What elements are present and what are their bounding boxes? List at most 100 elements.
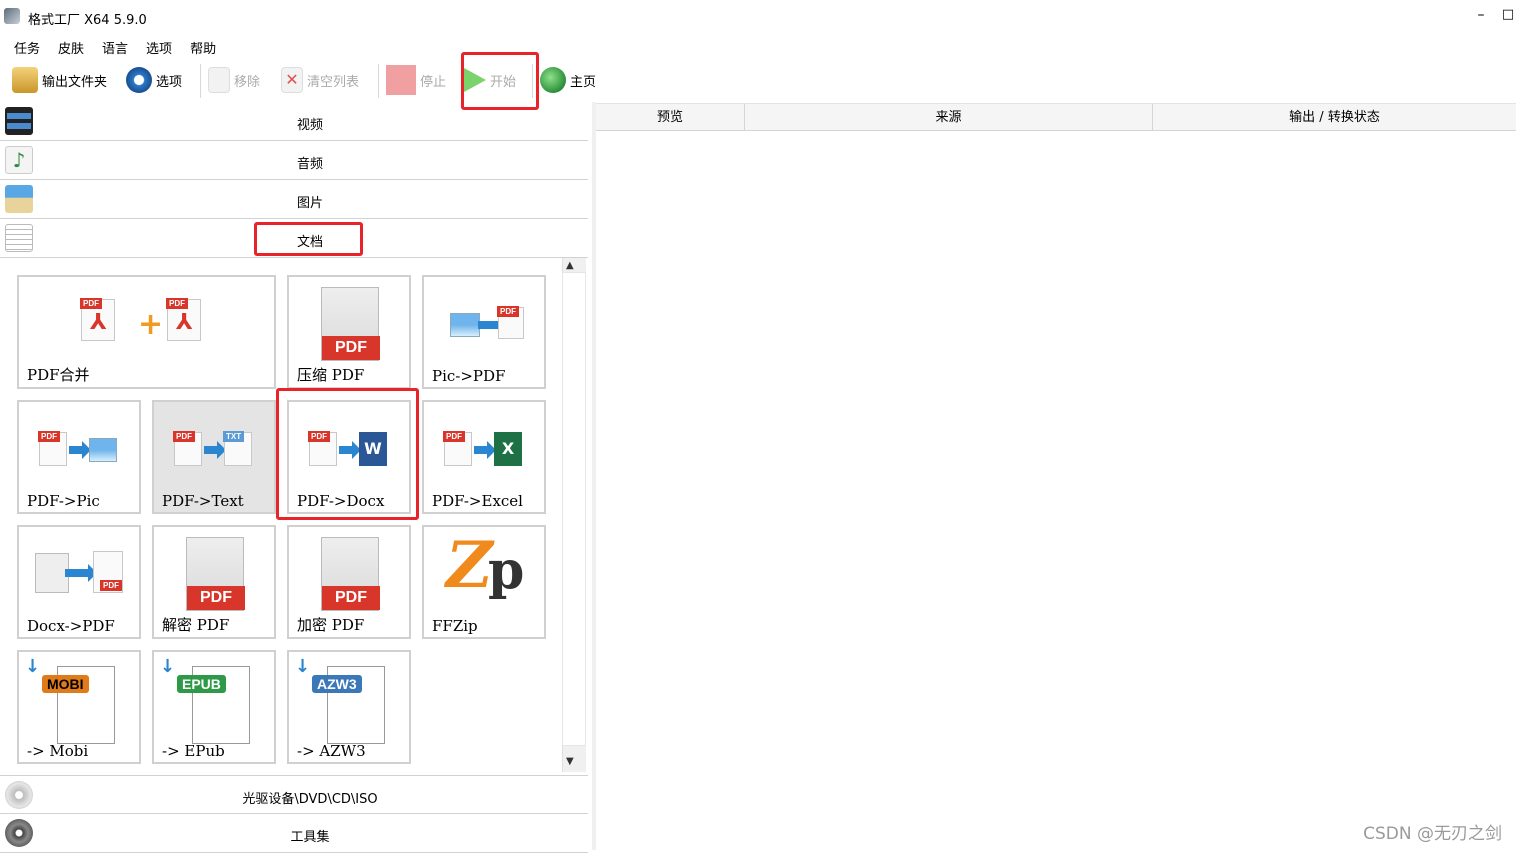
folder-icon (12, 67, 38, 93)
word-document-icon (35, 553, 69, 593)
document-tools-grid: PDF⅄ + PDF⅄ PDF合并 PDF 压缩 PDF PDF Pic->PD… (0, 258, 562, 772)
tile-to-epub[interactable]: ↓ EPUB -> EPub (152, 650, 276, 764)
pdf-icon: PDF (93, 551, 123, 593)
scroll-up-icon[interactable]: ▲ (566, 260, 574, 271)
music-note-icon: ♪ (5, 146, 33, 174)
column-output-status[interactable]: 输出 / 转换状态 (1153, 104, 1516, 131)
tile-label: Pic->PDF (432, 367, 505, 385)
toolbar: 输出文件夹 选项 移除 ✕ 清空列表 停止 开始 主页 (0, 58, 1516, 102)
tile-pdf-to-pic[interactable]: PDF PDF->Pic (17, 400, 141, 514)
tile-pdf-to-text[interactable]: PDF TXT PDF->Text (152, 400, 276, 514)
scroll-down-icon[interactable]: ▼ (566, 756, 574, 767)
arrow-icon (204, 446, 218, 454)
column-preview[interactable]: 预览 (596, 104, 745, 131)
category-audio[interactable]: ♪ 音频 (0, 141, 588, 180)
arrow-icon (69, 446, 83, 454)
panel-splitter[interactable] (592, 102, 596, 850)
ebook-icon: EPUB (192, 666, 250, 744)
minimize-button[interactable]: – (1470, 4, 1492, 26)
tile-pic-to-pdf[interactable]: PDF Pic->PDF (422, 275, 546, 389)
pdf-icon: PDF (444, 432, 472, 466)
category-audio-label: 音频 (250, 153, 370, 172)
stop-button[interactable]: 停止 (386, 66, 446, 94)
start-button[interactable]: 开始 (464, 66, 516, 94)
tile-label: PDF->Text (162, 492, 244, 510)
menu-task[interactable]: 任务 (7, 36, 47, 58)
category-optical-label: 光驱设备\DVD\CD\ISO (200, 788, 420, 807)
pdf-icon: PDF (39, 432, 67, 466)
tile-label: FFZip (432, 617, 478, 635)
tile-label: PDF->Docx (297, 492, 384, 510)
tile-docx-to-pdf[interactable]: PDF Docx->PDF (17, 525, 141, 639)
maximize-button[interactable]: □ (1500, 4, 1516, 26)
tile-decrypt-pdf[interactable]: PDF 解密 PDF (152, 525, 276, 639)
download-arrow-icon: ↓ (25, 656, 40, 677)
tile-label: 压缩 PDF (297, 364, 364, 385)
unlocked-pdf-icon: PDF (186, 537, 244, 611)
menu-bar: 任务 皮肤 语言 选项 帮助 (0, 36, 220, 58)
arrow-icon (474, 446, 488, 454)
stop-label: 停止 (420, 71, 446, 90)
tile-to-mobi[interactable]: ↓ MOBI -> Mobi (17, 650, 141, 764)
category-tools[interactable]: 工具集 (0, 814, 588, 853)
tile-label: 加密 PDF (297, 614, 364, 635)
tile-pdf-to-docx[interactable]: PDF W PDF->Docx (287, 400, 411, 514)
menu-options[interactable]: 选项 (139, 36, 179, 58)
picture-icon (5, 185, 33, 213)
ffzip-logo-icon: Z (446, 531, 493, 601)
picture-icon (89, 438, 117, 462)
app-icon (4, 8, 20, 24)
clear-list-icon: ✕ (281, 67, 303, 93)
globe-icon (540, 67, 566, 93)
tile-pdf-merge[interactable]: PDF⅄ + PDF⅄ PDF合并 (17, 275, 276, 389)
disc-icon (5, 781, 33, 809)
ebook-icon: AZW3 (327, 666, 385, 744)
remove-label: 移除 (234, 71, 260, 90)
column-source[interactable]: 来源 (745, 104, 1153, 131)
window-title: 格式工厂 X64 5.9.0 (28, 9, 147, 28)
tile-to-azw3[interactable]: ↓ AZW3 -> AZW3 (287, 650, 411, 764)
output-folder-button[interactable]: 输出文件夹 (12, 66, 107, 94)
ffzip-logo-p: p (488, 541, 524, 601)
task-list-header: 预览 来源 输出 / 转换状态 (596, 103, 1516, 131)
title-bar: 格式工厂 X64 5.9.0 – □ (0, 0, 1516, 34)
locked-pdf-icon: PDF (321, 537, 379, 611)
toolbar-separator (532, 64, 533, 98)
category-image[interactable]: 图片 (0, 180, 588, 219)
clear-list-label: 清空列表 (307, 71, 359, 90)
pdf-icon: PDF (174, 432, 202, 466)
scrollbar-thumb[interactable] (562, 272, 586, 746)
pdf-icon: PDF⅄ (81, 299, 115, 341)
excel-icon: X (494, 432, 522, 466)
watermark: CSDN @无刃之剑 (1363, 819, 1502, 844)
category-optical[interactable]: 光驱设备\DVD\CD\ISO (0, 775, 588, 814)
tile-label: 解密 PDF (162, 614, 229, 635)
tile-label: -> EPub (162, 742, 225, 760)
tile-ffzip[interactable]: Z p FFZip (422, 525, 546, 639)
plus-icon: + (138, 307, 163, 342)
pdf-icon: PDF⅄ (167, 299, 201, 341)
film-icon (5, 107, 33, 135)
tile-compress-pdf[interactable]: PDF 压缩 PDF (287, 275, 411, 389)
tile-label: -> AZW3 (297, 742, 366, 760)
gear-icon (126, 67, 152, 93)
tile-label: PDF合并 (27, 364, 90, 385)
category-document[interactable]: 文档 (0, 219, 588, 258)
tile-label: -> Mobi (27, 742, 88, 760)
toolbar-separator (378, 64, 379, 98)
tile-encrypt-pdf[interactable]: PDF 加密 PDF (287, 525, 411, 639)
clear-list-button[interactable]: ✕ 清空列表 (281, 66, 359, 94)
arrow-icon (65, 569, 89, 577)
menu-skin[interactable]: 皮肤 (51, 36, 91, 58)
home-button[interactable]: 主页 (540, 66, 596, 94)
download-arrow-icon: ↓ (295, 656, 310, 677)
tile-pdf-to-excel[interactable]: PDF X PDF->Excel (422, 400, 546, 514)
options-label: 选项 (156, 71, 182, 90)
menu-language[interactable]: 语言 (95, 36, 135, 58)
category-video-label: 视频 (250, 114, 370, 133)
menu-help[interactable]: 帮助 (183, 36, 223, 58)
options-button[interactable]: 选项 (126, 66, 182, 94)
category-video[interactable]: 视频 (0, 102, 588, 141)
play-icon (464, 68, 486, 92)
remove-button[interactable]: 移除 (208, 66, 260, 94)
